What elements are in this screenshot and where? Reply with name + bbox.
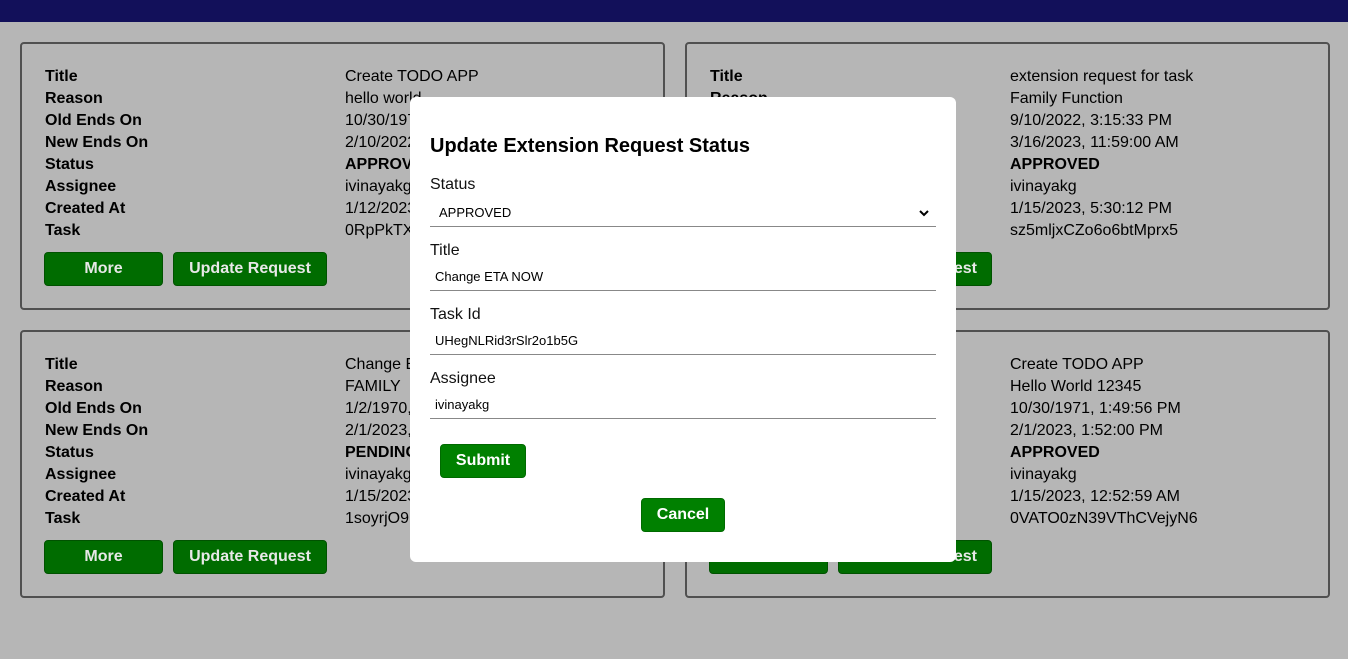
assignee-input[interactable]: ivinayakg	[430, 391, 936, 419]
modal-overlay: Update Extension Request Status Status A…	[0, 0, 1348, 659]
status-select[interactable]: APPROVED	[430, 199, 936, 227]
title-field-label: Title	[430, 242, 460, 259]
chevron-down-icon	[919, 210, 929, 217]
status-field-label: Status	[430, 176, 476, 193]
task-id-field-label: Task Id	[430, 306, 481, 323]
task-id-input[interactable]: UHegNLRid3rSlr2o1b5G	[430, 327, 936, 355]
title-input[interactable]: Change ETA NOW	[430, 263, 936, 291]
status-select-value: APPROVED	[439, 205, 512, 220]
update-status-modal: Update Extension Request Status Status A…	[410, 97, 956, 562]
cancel-button[interactable]: Cancel	[641, 498, 725, 532]
submit-button[interactable]: Submit	[440, 444, 526, 478]
modal-heading: Update Extension Request Status	[430, 135, 751, 157]
assignee-field-label: Assignee	[430, 370, 496, 387]
